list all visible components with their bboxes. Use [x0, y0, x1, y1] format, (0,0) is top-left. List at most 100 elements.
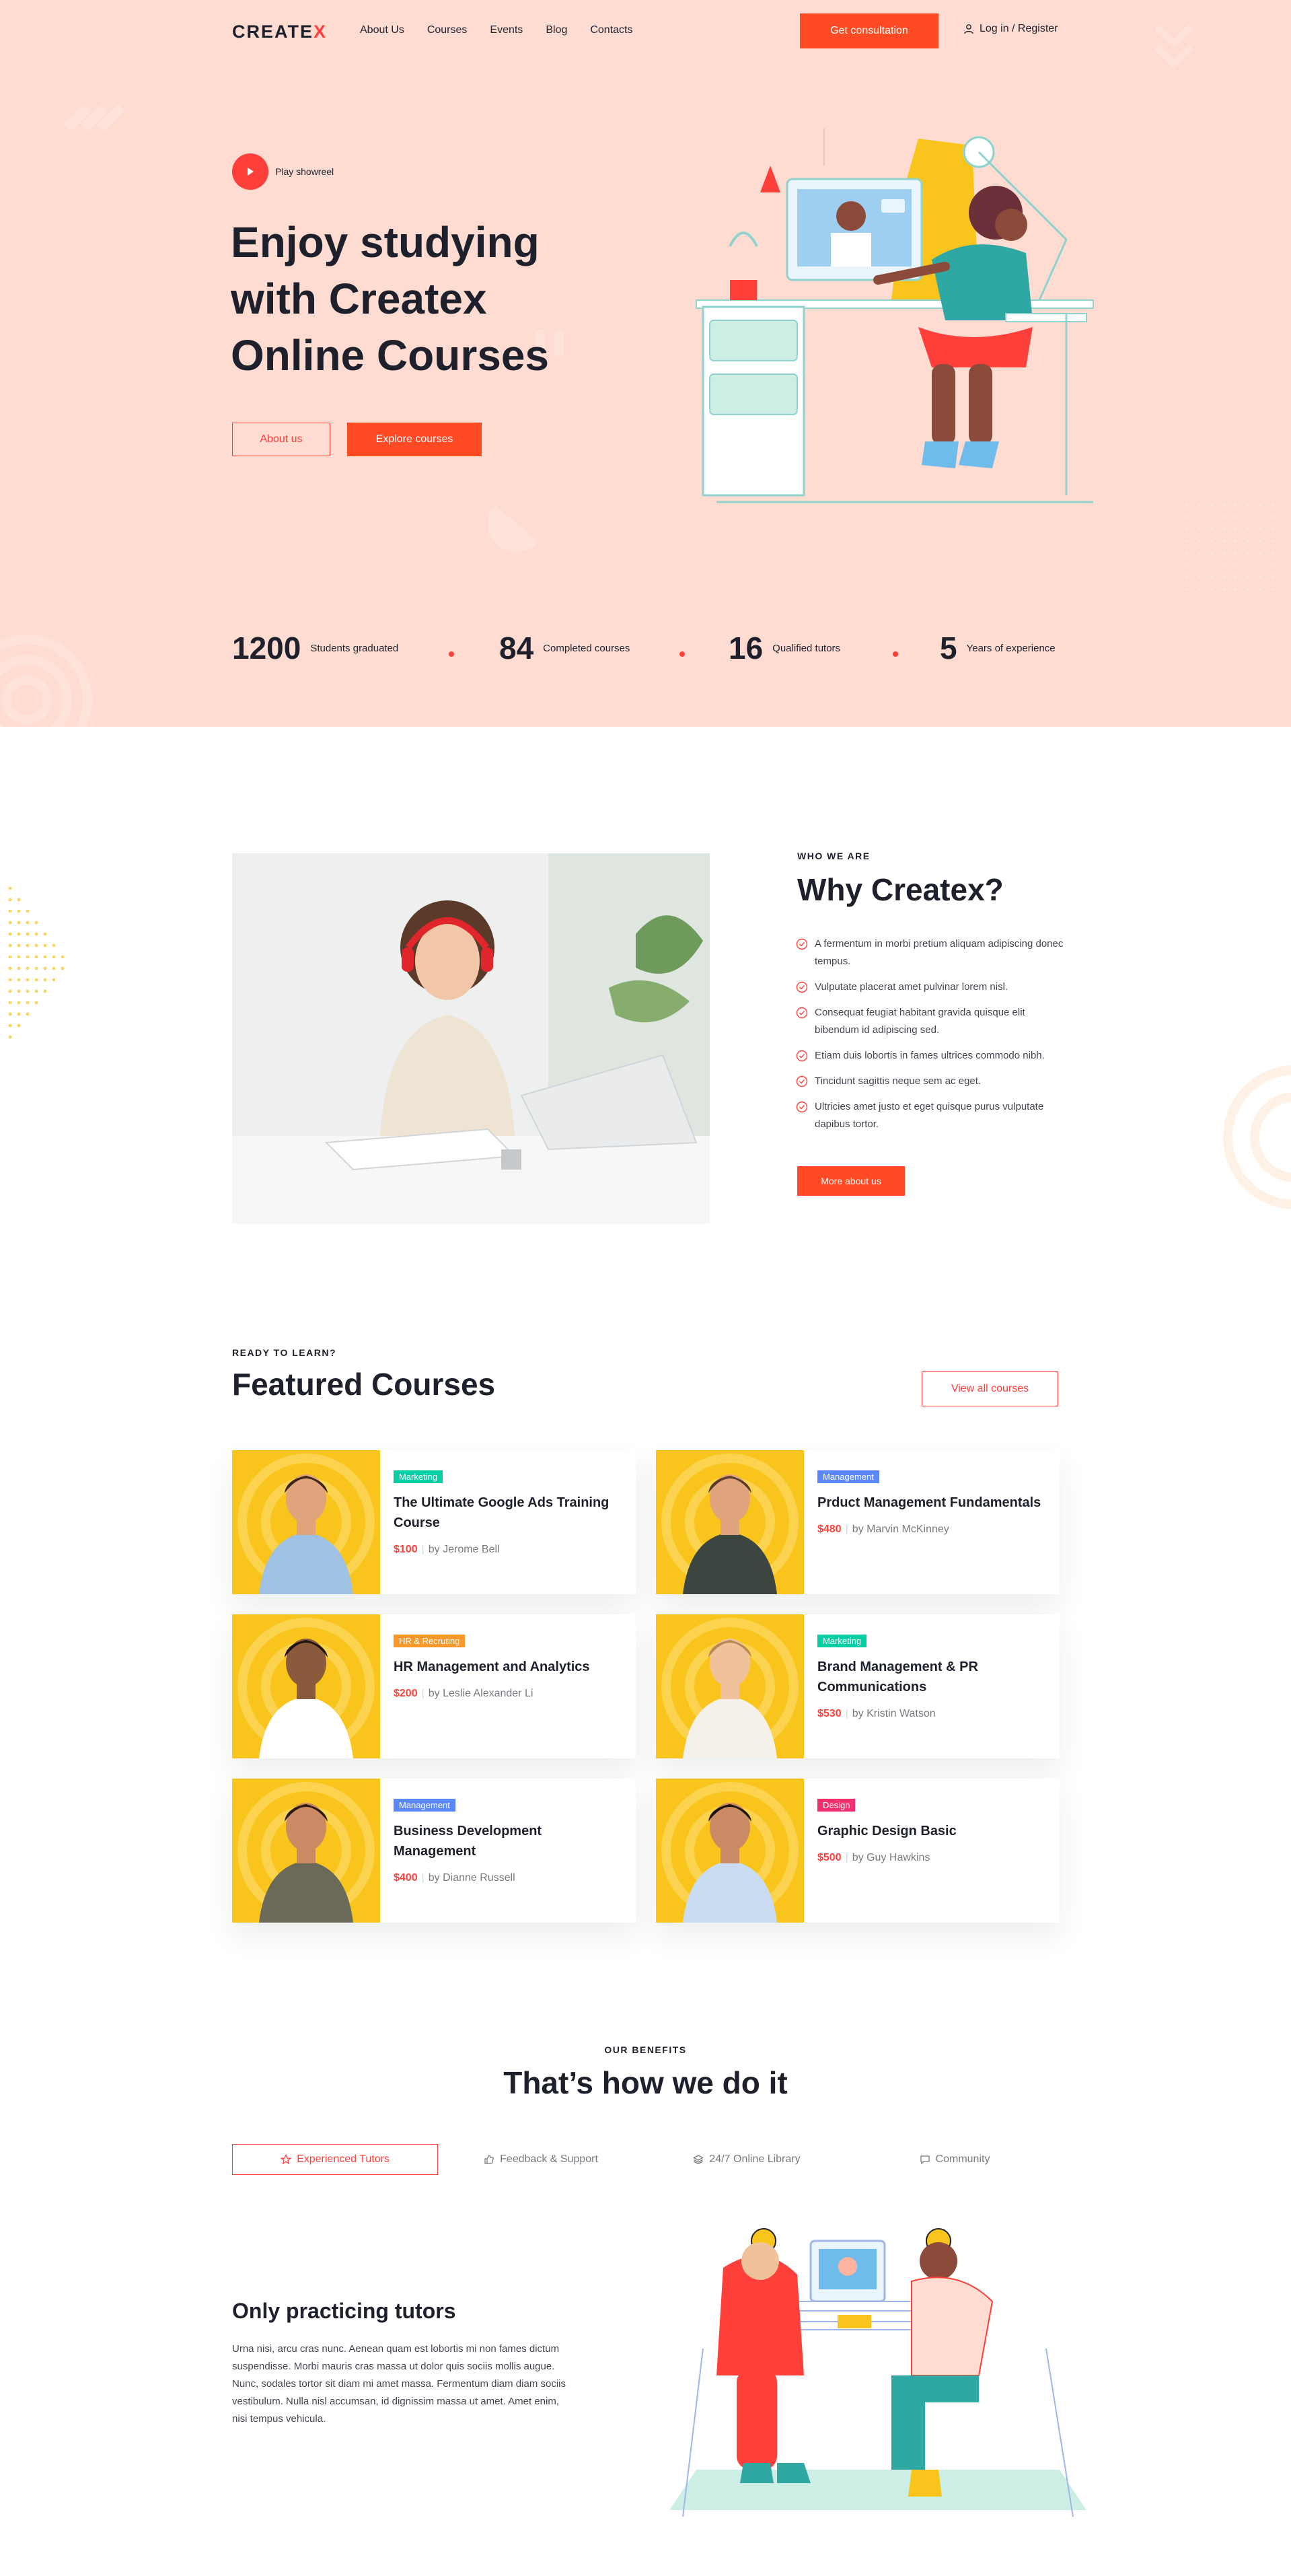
tutor-portrait-image [656, 1450, 804, 1594]
layers-icon [693, 2155, 704, 2165]
list-item-text: A fermentum in morbi pretium aliquam adi… [815, 938, 1064, 967]
showreel[interactable]: Play showreel [232, 153, 334, 190]
stat-number: 1200 [232, 631, 301, 666]
chat-icon [920, 2155, 930, 2165]
login-register-label: Log in / Register [980, 23, 1058, 34]
tab-experienced-tutors[interactable]: Experienced Tutors [232, 2144, 438, 2175]
nav-about-us[interactable]: About Us [360, 24, 404, 36]
check-circle-icon [796, 1007, 808, 1019]
course-card[interactable]: Marketing The Ultimate Google Ads Trainin… [232, 1450, 636, 1594]
more-about-us-button[interactable]: More about us [797, 1166, 905, 1196]
course-tutor-photo [232, 1614, 380, 1758]
course-tutor-photo [232, 1450, 380, 1594]
check-circle-icon [796, 1075, 808, 1087]
course-author: by Kristin Watson [852, 1708, 936, 1719]
list-item-text: Tincidunt sagittis neque sem ac eget. [815, 1075, 982, 1087]
course-price: $400 [394, 1872, 418, 1884]
tab-online-library[interactable]: 24/7 Online Library [644, 2144, 850, 2175]
course-meta: $100 | by Jerome Bell [394, 1544, 621, 1556]
course-price: $100 [394, 1544, 418, 1555]
list-item: Ultricies amet justo et eget quisque pur… [796, 1098, 1065, 1133]
stat-label: Completed courses [543, 642, 630, 654]
stat-divider-dot [893, 651, 898, 657]
tutor-portrait-image [656, 1779, 804, 1923]
main-nav: About Us Courses Events Blog Contacts [360, 24, 632, 36]
meta-separator: | [421, 1688, 425, 1699]
stat-number: 16 [729, 631, 764, 666]
course-category-badge: Marketing [394, 1470, 443, 1483]
about-us-button[interactable]: About us [232, 423, 330, 456]
course-card[interactable]: HR & Recruting HR Management and Analytic… [232, 1614, 636, 1758]
get-consultation-button[interactable]: Get consultation [800, 13, 938, 48]
check-circle-icon [796, 938, 808, 950]
tab-community[interactable]: Community [850, 2144, 1060, 2175]
user-icon [964, 24, 973, 34]
list-item-text: Ultricies amet justo et eget quisque pur… [815, 1101, 1044, 1130]
meta-separator: | [845, 1524, 848, 1535]
course-price: $200 [394, 1688, 418, 1699]
courses-title: Featured Courses [232, 1367, 496, 1402]
course-body: Marketing The Ultimate Google Ads Trainin… [380, 1450, 636, 1594]
brand-logo[interactable]: CREATEX [232, 22, 327, 42]
tutor-portrait-image [232, 1450, 380, 1594]
course-title[interactable]: Brand Management & PR Communications [817, 1657, 1045, 1697]
course-category-badge: Marketing [817, 1635, 867, 1647]
play-icon [248, 168, 254, 176]
benefit-panel-title: Only practicing tutors [232, 2299, 456, 2323]
login-register-link[interactable]: Log in / Register [963, 23, 1058, 35]
course-title[interactable]: Prduct Management Fundamentals [817, 1493, 1045, 1513]
stat-tutors: 16 Qualified tutors [729, 630, 840, 666]
course-author: by Marvin McKinney [852, 1524, 949, 1535]
course-card[interactable]: Design Graphic Design Basic $500 | by Guy Ha… [656, 1779, 1060, 1923]
tutoring-illustration [669, 2228, 1086, 2517]
rings-decoration-icon [1223, 1065, 1291, 1209]
course-meta: $530 | by Kristin Watson [817, 1708, 1045, 1720]
course-title[interactable]: Graphic Design Basic [817, 1821, 1045, 1841]
nav-events[interactable]: Events [490, 24, 523, 36]
course-title[interactable]: HR Management and Analytics [394, 1657, 621, 1677]
benefits-tabs: Experienced Tutors Feedback & Support 24… [232, 2144, 1060, 2175]
studying-illustration [696, 129, 1094, 503]
course-body: Marketing Brand Management & PR Communica… [804, 1614, 1060, 1758]
chevrons-decoration-icon [64, 104, 124, 131]
check-circle-icon [796, 981, 808, 993]
course-tutor-photo [232, 1779, 380, 1923]
course-tutor-photo [656, 1450, 804, 1594]
check-circle-icon [796, 1050, 808, 1062]
half-circle-decoration-icon [487, 505, 538, 552]
course-card[interactable]: Management Business Development Managemen… [232, 1779, 636, 1923]
course-card[interactable]: Marketing Brand Management & PR Communica… [656, 1614, 1060, 1758]
list-item: A fermentum in morbi pretium aliquam adi… [796, 935, 1065, 970]
meta-separator: | [421, 1872, 425, 1884]
course-body: Design Graphic Design Basic $500 | by Guy Ha… [804, 1779, 1060, 1923]
course-category-badge: Design [817, 1799, 856, 1812]
stat-label: Years of experience [966, 642, 1056, 654]
view-all-courses-button[interactable]: View all courses [922, 1371, 1058, 1406]
play-button[interactable] [232, 153, 268, 190]
student-photo [232, 853, 710, 1224]
course-card[interactable]: Management Prduct Management Fundamentals… [656, 1450, 1060, 1594]
nav-blog[interactable]: Blog [546, 24, 567, 36]
course-author: by Jerome Bell [428, 1544, 500, 1555]
hero-section: CREATEX About Us Courses Events Blog Con… [0, 0, 1291, 727]
stat-courses: 84 Completed courses [499, 630, 630, 666]
explore-courses-button[interactable]: Explore courses [347, 423, 482, 456]
stats-row: 1200 Students graduated 84 Completed cou… [232, 630, 1060, 677]
benefit-panel-text: Urna nisi, arcu cras nunc. Aenean quam e… [232, 2343, 566, 2425]
course-meta: $480 | by Marvin McKinney [817, 1524, 1045, 1536]
course-price: $530 [817, 1708, 842, 1719]
meta-separator: | [421, 1544, 425, 1555]
dots-grid-decoration-icon [1185, 503, 1274, 592]
tab-feedback-support[interactable]: Feedback & Support [438, 2144, 644, 2175]
nav-courses[interactable]: Courses [427, 24, 468, 36]
benefits-eyebrow: OUR BENEFITS [604, 2044, 687, 2055]
course-price: $480 [817, 1524, 842, 1535]
arrows-down-decoration-icon [1154, 24, 1193, 69]
course-title[interactable]: The Ultimate Google Ads Training Course [394, 1493, 621, 1533]
stat-number: 5 [940, 631, 957, 666]
course-title[interactable]: Business Development Management [394, 1821, 621, 1861]
nav-contacts[interactable]: Contacts [590, 24, 632, 36]
course-category-badge: Management [394, 1799, 455, 1812]
why-eyebrow: WHO WE ARE [797, 851, 871, 861]
list-item-text: Etiam duis lobortis in fames ultrices co… [815, 1050, 1045, 1061]
